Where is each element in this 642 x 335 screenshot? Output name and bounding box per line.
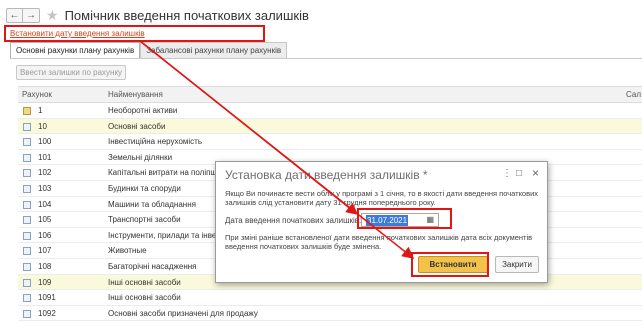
annotation-arrows [139, 40, 415, 259]
arrow-to-set-button [139, 40, 415, 259]
